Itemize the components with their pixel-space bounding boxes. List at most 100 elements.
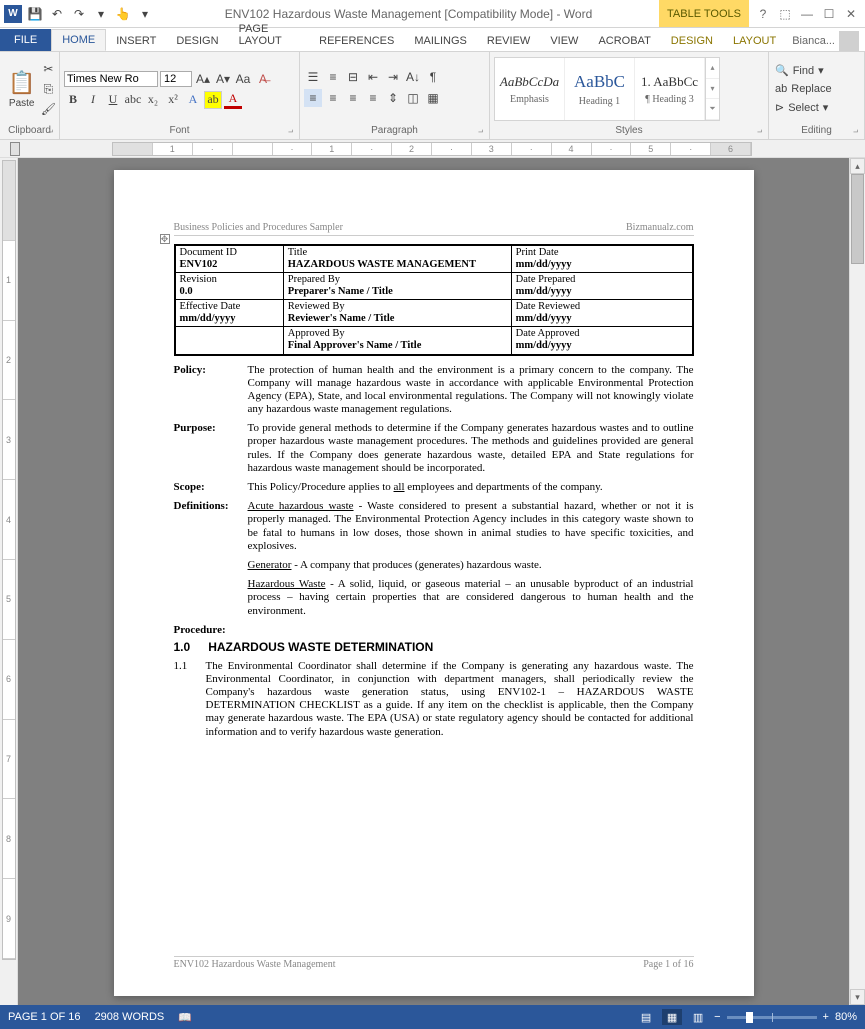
style-heading1[interactable]: AaBbC Heading 1 [565,58,635,120]
highlight-button[interactable]: ab [204,91,222,109]
scroll-track[interactable] [850,174,865,989]
style-heading3[interactable]: 1. AaBbCc ¶ Heading 3 [635,58,705,120]
underline-button[interactable]: U [104,91,122,109]
superscript-button[interactable]: x² [164,91,182,109]
cut-button[interactable]: ✂ [39,60,57,78]
document-viewport[interactable]: ✥ Business Policies and Procedures Sampl… [18,158,849,1005]
help-button[interactable]: ? [753,4,773,24]
status-page[interactable]: PAGE 1 OF 16 [8,1011,81,1023]
status-words[interactable]: 2908 WORDS [95,1011,165,1023]
document-page[interactable]: ✥ Business Policies and Procedures Sampl… [114,170,754,996]
cell-label: Revision [180,274,217,285]
minimize-button[interactable]: — [797,4,817,24]
tab-review[interactable]: REVIEW [477,31,540,51]
qat-more-icon[interactable]: ▾ [92,5,110,23]
touch-mode-icon[interactable]: 👆 [114,5,132,23]
text-effects-button[interactable]: A [184,91,202,109]
font-color-button[interactable]: A [224,91,242,109]
qat-customize-icon[interactable]: ▾ [136,5,154,23]
style-emphasis[interactable]: AaBbCcDa Emphasis [495,58,565,120]
show-marks-button[interactable]: ¶ [424,68,442,86]
ruler-vertical[interactable]: 123456789 [0,158,18,1005]
document-info-table[interactable]: Document IDENV102 TitleHAZARDOUS WASTE M… [174,244,694,356]
table-row[interactable]: Document IDENV102 TitleHAZARDOUS WASTE M… [175,245,693,273]
page-footer: ENV102 Hazardous Waste Management Page 1… [174,956,694,970]
scroll-up-button[interactable]: ▴ [850,158,865,174]
tab-table-layout[interactable]: LAYOUT [723,31,786,51]
find-button[interactable]: 🔍Find▾ [773,62,826,79]
word-app-icon[interactable]: W [4,5,22,23]
def-term: Hazardous Waste [248,578,326,590]
strike-button[interactable]: abc [124,91,142,109]
tab-acrobat[interactable]: ACROBAT [588,31,660,51]
copy-button[interactable]: ⎘ [39,80,57,98]
document-area: 123456789 ✥ Business Policies and Proced… [0,158,865,1005]
zoom-slider[interactable] [727,1016,817,1019]
font-size-combo[interactable]: 12 [160,71,192,87]
close-button[interactable]: ✕ [841,4,861,24]
gallery-scroll[interactable]: ▴▾⏷ [705,58,719,120]
tab-table-design[interactable]: DESIGN [661,31,723,51]
undo-icon[interactable]: ↶ [48,5,66,23]
scroll-down-button[interactable]: ▾ [850,989,865,1005]
borders-button[interactable]: ▦ [424,89,442,107]
inc-indent-button[interactable]: ⇥ [384,68,402,86]
subscript-button[interactable]: x₂ [144,91,162,109]
select-button[interactable]: ⊳Select▾ [773,99,830,116]
ribbon-options-icon[interactable]: ⬚ [775,4,795,24]
purpose-row: Purpose: To provide general methods to d… [174,422,694,475]
table-row[interactable]: Revision0.0 Prepared ByPreparer's Name /… [175,273,693,300]
align-left-button[interactable]: ≡ [304,89,322,107]
sort-button[interactable]: A↓ [404,68,422,86]
font-name-combo[interactable]: Times New Ro [64,71,158,87]
table-move-handle[interactable]: ✥ [160,234,170,244]
styles-gallery[interactable]: AaBbCcDa Emphasis AaBbC Heading 1 1. AaB… [494,57,720,121]
ruler-horizontal[interactable]: 1··1·2·3·4·5·6 [0,140,865,158]
change-case-button[interactable]: Aa [234,70,252,88]
maximize-button[interactable]: ☐ [819,4,839,24]
shading-button[interactable]: ◫ [404,89,422,107]
group-editing: 🔍Find▾ abReplace ⊳Select▾ Editing [769,52,865,139]
multilevel-button[interactable]: ⊟ [344,68,362,86]
numbering-button[interactable]: ≡ [324,68,342,86]
bullets-button[interactable]: ☰ [304,68,322,86]
user-account[interactable]: Bianca... [786,31,865,51]
justify-button[interactable]: ≡ [364,89,382,107]
grow-font-button[interactable]: A▴ [194,70,212,88]
view-web-layout[interactable]: ▥ [688,1009,708,1025]
tab-file[interactable]: FILE [0,29,51,51]
format-painter-button[interactable]: 🖌 [39,100,57,118]
italic-button[interactable]: I [84,91,102,109]
zoom-in-button[interactable]: + [823,1011,829,1023]
section-heading: 1.0 HAZARDOUS WASTE DETERMINATION [174,640,694,654]
zoom-out-button[interactable]: − [714,1011,720,1023]
tab-view[interactable]: VIEW [540,31,588,51]
zoom-level[interactable]: 80% [835,1011,857,1023]
view-print-layout[interactable]: ▦ [662,1009,682,1025]
tab-mailings[interactable]: MAILINGS [404,31,477,51]
redo-icon[interactable]: ↷ [70,5,88,23]
view-read-mode[interactable]: ▤ [636,1009,656,1025]
dec-indent-button[interactable]: ⇤ [364,68,382,86]
save-icon[interactable]: 💾 [26,5,44,23]
bold-button[interactable]: B [64,91,82,109]
replace-button[interactable]: abReplace [773,81,834,97]
clear-format-button[interactable]: A̶ [254,70,272,88]
align-right-button[interactable]: ≡ [344,89,362,107]
tab-design[interactable]: DESIGN [166,31,228,51]
shrink-font-button[interactable]: A▾ [214,70,232,88]
paste-button[interactable]: 📋 Paste [4,68,39,111]
status-proof-icon[interactable]: 📖 [178,1011,192,1024]
line-spacing-button[interactable]: ⇕ [384,89,402,107]
tab-insert[interactable]: INSERT [106,31,166,51]
scrollbar-vertical[interactable]: ▴ ▾ [849,158,865,1005]
find-label: Find [793,65,814,77]
tab-references[interactable]: REFERENCES [309,31,404,51]
align-center-button[interactable]: ≡ [324,89,342,107]
cell-label: Date Prepared [516,274,576,285]
tab-home[interactable]: HOME [51,29,106,51]
scroll-thumb[interactable] [851,174,864,264]
table-row[interactable]: Effective Datemm/dd/yyyy Reviewed ByRevi… [175,300,693,327]
table-row[interactable]: Approved ByFinal Approver's Name / Title… [175,327,693,355]
tab-page-layout[interactable]: PAGE LAYOUT [229,19,310,51]
